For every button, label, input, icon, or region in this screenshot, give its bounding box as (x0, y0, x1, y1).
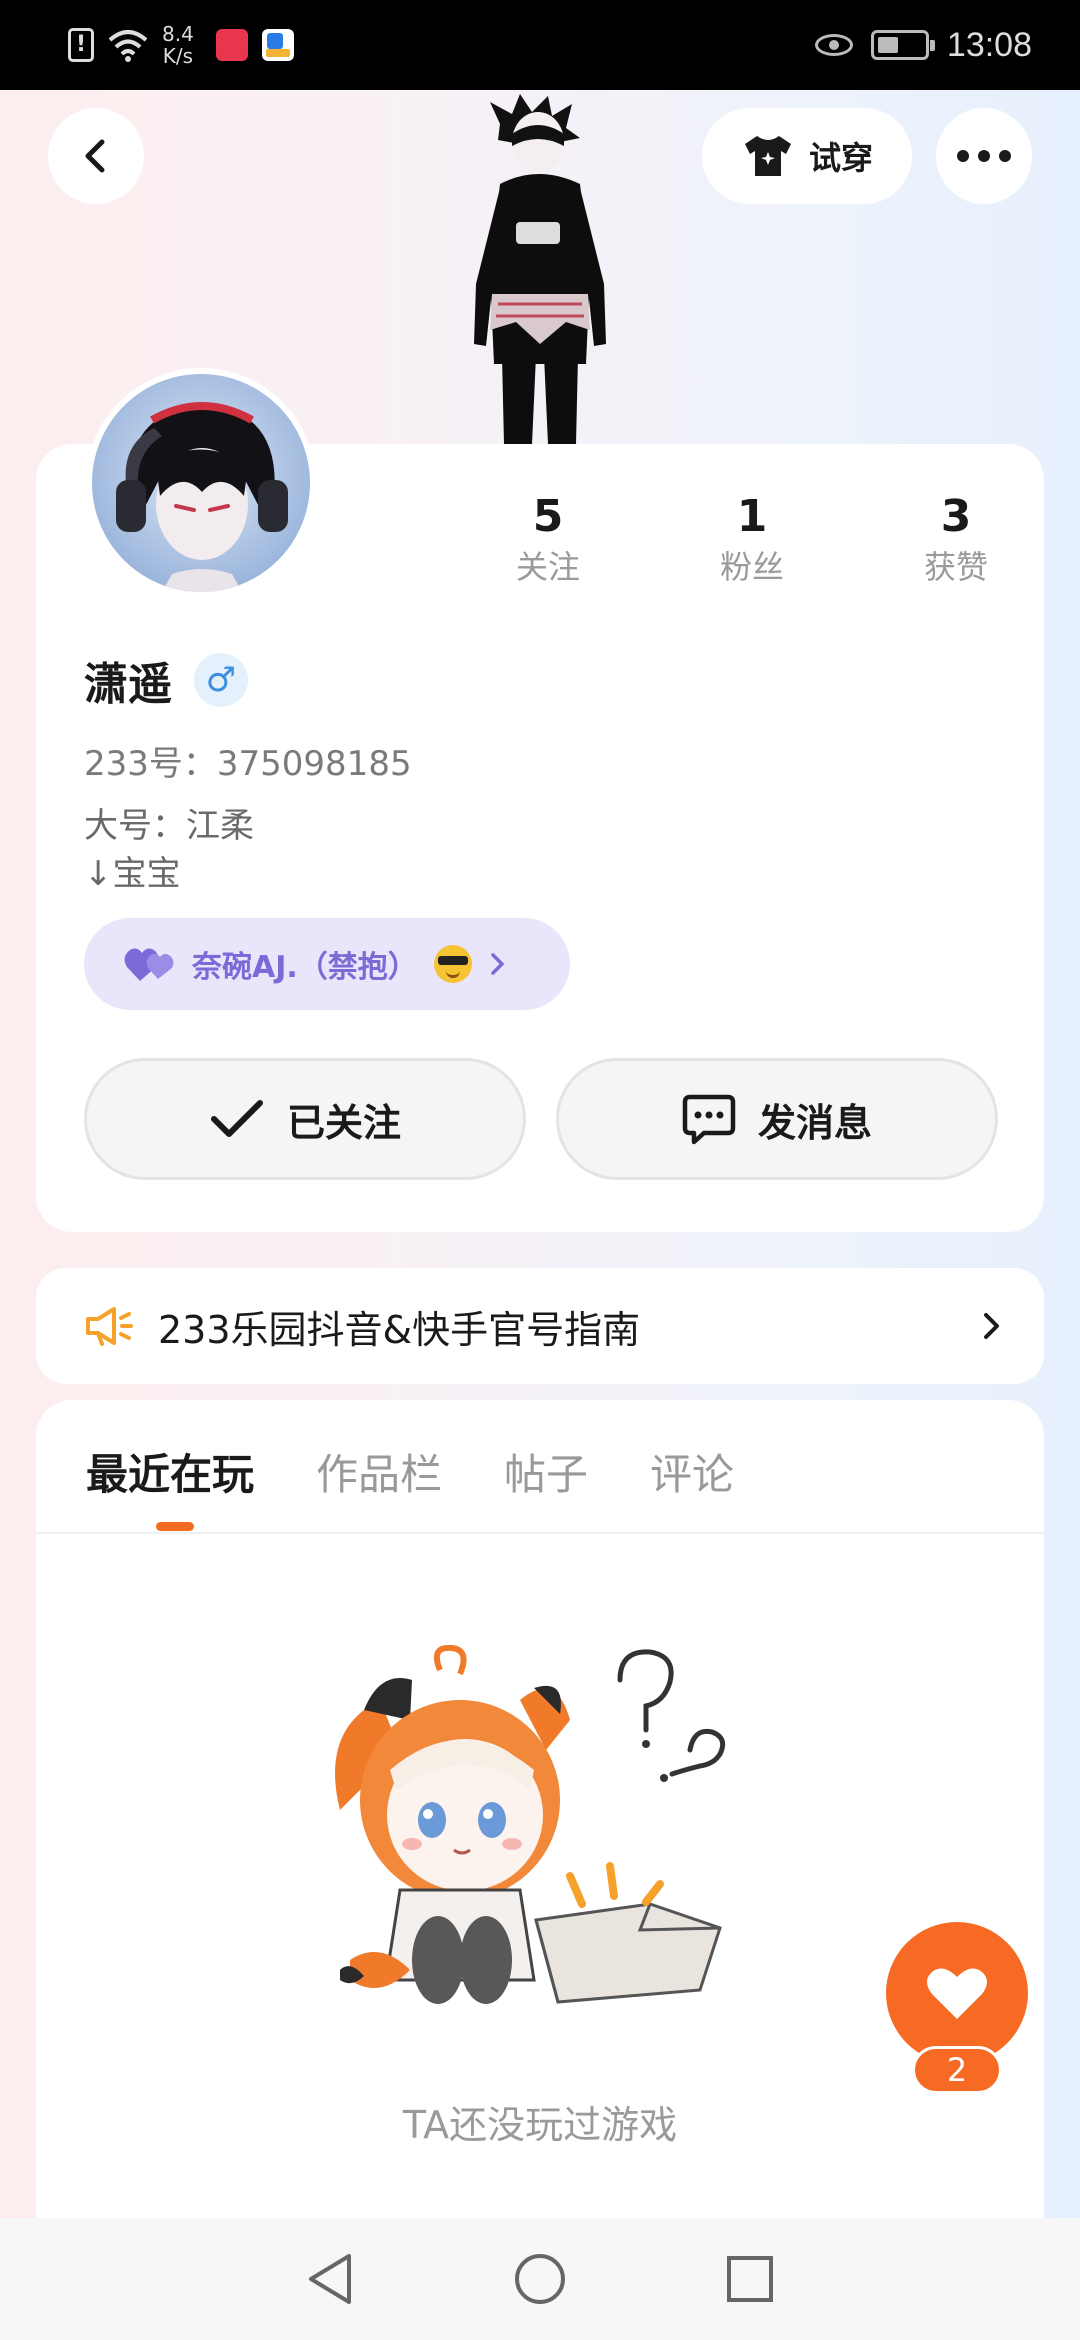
stat-label: 粉丝 (719, 548, 784, 586)
notice-text: 233乐园抖音&快手官号指南 (158, 1307, 641, 1352)
tab-works[interactable]: 作品栏 (316, 1440, 442, 1510)
like-fab-button[interactable] (886, 1922, 1028, 2064)
double-heart-icon (124, 948, 174, 981)
heart-icon (927, 1968, 987, 2019)
more-dots-icon (957, 150, 1011, 162)
stat-likes[interactable]: 3 获赞 (854, 490, 1058, 600)
battery-icon (870, 30, 935, 60)
follow-label: 已关注 (286, 1100, 401, 1145)
more-button[interactable] (936, 108, 1032, 204)
bio-line: ↓宝宝 (84, 854, 181, 894)
chevron-right-icon (984, 1313, 999, 1339)
message-button[interactable]: 发消息 (556, 1058, 998, 1180)
empty-state-illustration (335, 1644, 726, 2004)
profile-page: 8.4 K/s 13:08 试穿 (0, 0, 1080, 2340)
stat-followers[interactable]: 1 粉丝 (650, 490, 854, 600)
megaphone-icon (86, 1307, 133, 1346)
bio: 大号：江柔 ↓宝宝 (84, 802, 254, 898)
name-row: 潇遥 ♂ (84, 650, 248, 710)
couple-name: 奈碗AJ.（禁抱） (192, 950, 418, 985)
shirt-icon (744, 136, 791, 176)
avatar-3d-figure[interactable] (440, 94, 640, 444)
system-navigation-bar (0, 2218, 1080, 2340)
tab-posts[interactable]: 帖子 (504, 1440, 588, 1510)
try-on-label: 试穿 (808, 139, 873, 177)
stat-label: 获赞 (923, 548, 988, 586)
try-on-button[interactable]: 试穿 (702, 108, 912, 204)
wifi-icon (108, 30, 148, 62)
square-recents-icon (727, 2256, 773, 2302)
sunglasses-emoji-icon (433, 945, 472, 983)
tab-recently-played[interactable]: 最近在玩 (86, 1440, 254, 1510)
username: 潇遥 (84, 659, 172, 710)
male-gender-icon: ♂ (194, 653, 248, 707)
profile-stats: 5 关注 1 粉丝 3 获赞 (446, 490, 1058, 600)
notice-banner[interactable]: 233乐园抖音&快手官号指南 (36, 1268, 1044, 1384)
notification-app-icon (261, 29, 294, 61)
couple-link[interactable]: 奈碗AJ.（禁抱） (84, 918, 570, 1010)
tab-bar: 最近在玩 作品栏 帖子 评论 (86, 1440, 734, 1510)
eye-comfort-icon (814, 34, 853, 56)
like-count-badge: 2 (912, 2046, 1002, 2094)
stat-value: 5 (532, 491, 564, 542)
avatar[interactable] (86, 368, 316, 598)
status-bar: 8.4 K/s 13:08 (0, 0, 1080, 90)
empty-state-text: TA还没玩过游戏 (402, 2103, 678, 2147)
notification-app-icon (215, 29, 248, 61)
chat-bubble-icon (682, 1094, 736, 1145)
triangle-back-icon (309, 2254, 351, 2304)
stat-label: 关注 (515, 548, 580, 586)
bio-line: 大号：江柔 (84, 806, 254, 846)
stat-value: 3 (940, 491, 972, 542)
checkmark-icon (210, 1100, 263, 1137)
tab-comments[interactable]: 评论 (650, 1440, 734, 1510)
nav-home-button[interactable] (510, 2249, 570, 2309)
sim-alert-icon (68, 28, 94, 62)
back-button[interactable] (48, 108, 144, 204)
nav-recents-button[interactable] (720, 2249, 780, 2309)
stat-following[interactable]: 5 关注 (446, 490, 650, 600)
stat-value: 1 (736, 491, 768, 542)
follow-button[interactable]: 已关注 (84, 1058, 526, 1180)
circle-home-icon (515, 2254, 565, 2304)
chevron-right-icon (491, 953, 504, 975)
divider (36, 1532, 1044, 1534)
nav-back-button[interactable] (300, 2249, 360, 2309)
network-speed: 8.4 K/s (162, 22, 194, 68)
message-label: 发消息 (757, 1100, 872, 1145)
chevron-left-icon (85, 139, 105, 173)
active-tab-indicator (156, 1522, 194, 1531)
user-id: 233号：375098185 (84, 744, 412, 784)
clock: 13:08 (946, 25, 1032, 64)
